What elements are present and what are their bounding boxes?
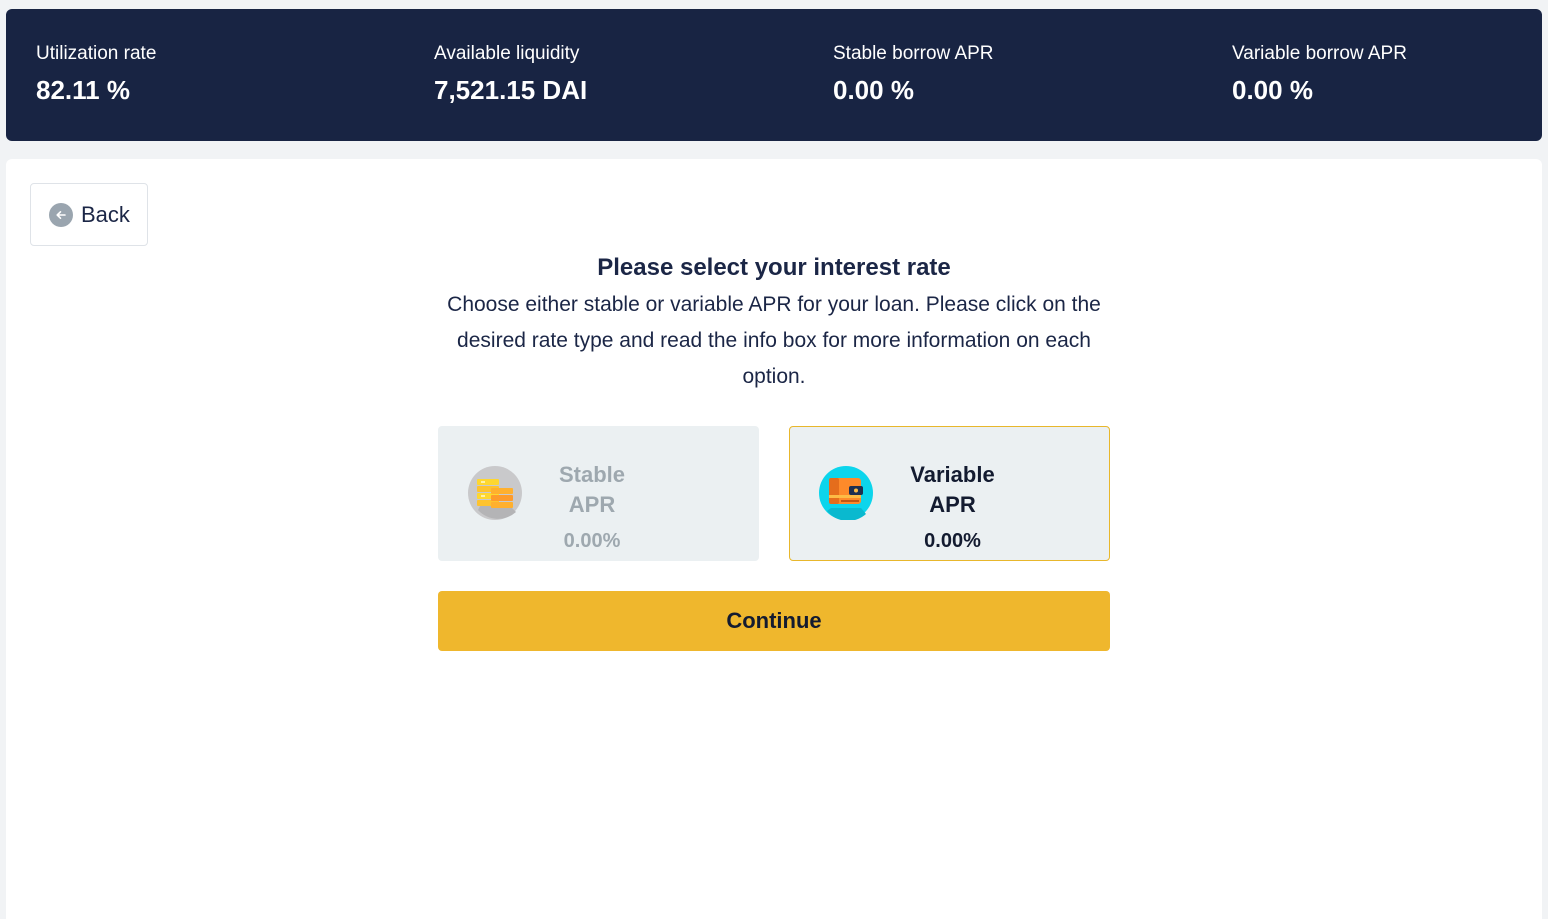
stat-variable-borrow-apr: Variable borrow APR 0.00 %	[1232, 43, 1407, 105]
page-title: Please select your interest rate	[597, 254, 951, 281]
stat-label: Utilization rate	[36, 43, 157, 64]
stat-label: Variable borrow APR	[1232, 43, 1407, 64]
option-text: Stable APR 0.00%	[534, 460, 650, 555]
stat-value: 7,521.15 DAI	[434, 75, 588, 105]
stable-coins-icon	[468, 466, 522, 520]
stat-available-liquidity: Available liquidity 7,521.15 DAI	[434, 43, 587, 105]
back-button[interactable]: Back	[30, 183, 148, 246]
stats-bar: Utilization rate 82.11 % Available liqui…	[6, 9, 1542, 141]
option-variable-apr[interactable]: Variable APR 0.00%	[789, 426, 1110, 561]
stat-stable-borrow-apr: Stable borrow APR 0.00 %	[833, 43, 994, 105]
main-panel: Back Please select your interest rate Ch…	[6, 159, 1542, 919]
option-stable-apr[interactable]: Stable APR 0.00%	[438, 426, 759, 561]
option-title: Variable APR	[910, 462, 995, 517]
variable-wallet-icon	[819, 466, 873, 521]
page-description: Choose either stable or variable APR for…	[447, 293, 1101, 388]
stat-value: 0.00 %	[1232, 75, 1313, 105]
stat-value: 82.11 %	[36, 75, 130, 105]
option-value: 0.00%	[924, 530, 981, 552]
continue-button[interactable]: Continue	[438, 591, 1110, 651]
option-text: Variable APR 0.00%	[885, 460, 1020, 555]
rate-options: Stable APR 0.00% Variable APR 0.00%	[438, 426, 1110, 561]
back-label: Back	[81, 201, 130, 227]
rate-selection-intro: Please select your interest rate Choose …	[438, 251, 1110, 395]
option-title: Stable APR	[558, 462, 626, 517]
option-value: 0.00%	[563, 530, 621, 552]
stat-label: Available liquidity	[434, 43, 580, 64]
stat-value: 0.00 %	[833, 75, 914, 105]
stat-utilization-rate: Utilization rate 82.11 %	[36, 43, 156, 105]
arrow-left-icon	[49, 202, 73, 227]
stat-label: Stable borrow APR	[833, 43, 994, 64]
